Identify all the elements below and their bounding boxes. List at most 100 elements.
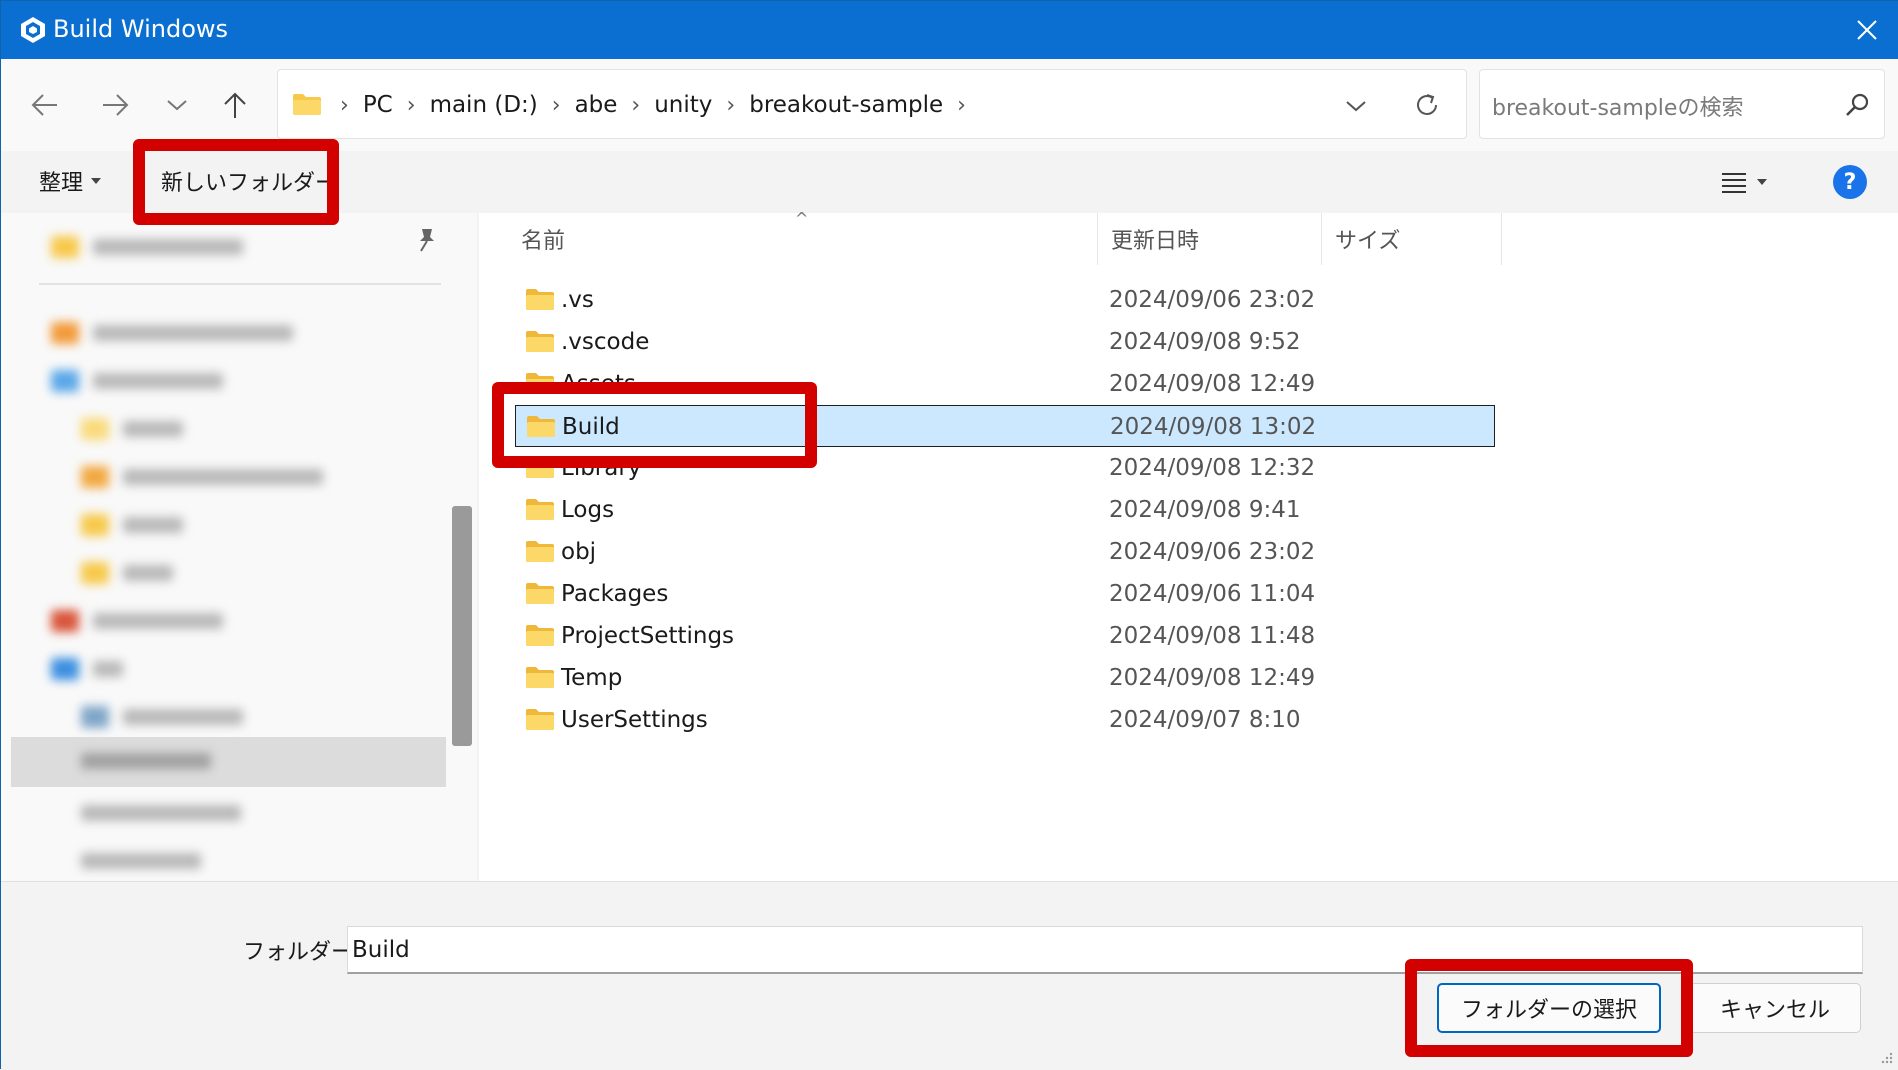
nav-separator (39, 283, 441, 285)
search-icon (1846, 93, 1869, 116)
file-row[interactable]: ProjectSettings 2024/09/08 11:48 (515, 615, 1495, 657)
breadcrumb-separator[interactable]: › (726, 93, 735, 118)
blurred-label (93, 239, 243, 255)
drive-icon (81, 706, 109, 728)
help-button[interactable]: ? (1833, 165, 1867, 199)
nav-tree-item[interactable] (81, 697, 243, 737)
organize-label: 整理 (39, 171, 84, 196)
file-row[interactable]: Temp 2024/09/08 12:49 (515, 657, 1495, 699)
file-list: ^ 名前 更新日時 サイズ .vs 2024/09/06 23:02 .vscode… (479, 209, 1898, 881)
blurred-label (93, 373, 223, 389)
cloud-folder-icon (51, 610, 79, 632)
folder-icon (81, 418, 109, 440)
nav-tree-item[interactable] (51, 601, 223, 641)
folder-icon (526, 541, 554, 562)
blurred-label (123, 517, 183, 533)
breadcrumb-separator[interactable]: › (552, 93, 561, 118)
breadcrumb-separator[interactable]: › (407, 93, 416, 118)
nav-tree-item[interactable] (81, 553, 173, 593)
file-row[interactable]: .vs 2024/09/06 23:02 (515, 279, 1495, 321)
file-modified-date: 2024/09/08 11:48 (1109, 623, 1316, 649)
back-button[interactable] (21, 81, 69, 129)
navigation-bar: › PC › main (D:) › abe › unity › breakou… (1, 59, 1898, 151)
nav-tree-item-selected[interactable] (11, 737, 446, 787)
search-input[interactable]: breakout-sampleの検索 (1492, 90, 1743, 122)
nav-tree-item[interactable] (51, 361, 223, 401)
folder-icon (526, 289, 554, 310)
close-button[interactable] (1835, 1, 1898, 59)
forward-button[interactable] (91, 81, 139, 129)
folder-icon (526, 709, 554, 730)
blurred-label (81, 753, 211, 769)
file-modified-date: 2024/09/08 12:49 (1109, 371, 1316, 397)
nav-tree-item[interactable] (81, 793, 241, 833)
file-modified-date: 2024/09/08 12:49 (1109, 665, 1316, 691)
cloud-folder-icon (51, 322, 79, 344)
file-row[interactable]: .vscode 2024/09/08 9:52 (515, 321, 1495, 363)
nav-tree-item[interactable] (81, 409, 183, 449)
blurred-label (93, 325, 293, 341)
chevron-down-icon (167, 100, 187, 111)
file-modified-date: 2024/09/08 12:32 (1109, 455, 1316, 481)
recent-locations-button[interactable] (153, 81, 201, 129)
breadcrumb-breakout-sample[interactable]: breakout-sample (749, 92, 943, 118)
nav-tree-item[interactable] (81, 505, 183, 545)
folder-icon (51, 236, 79, 258)
breadcrumb-abe[interactable]: abe (575, 92, 618, 118)
folder-icon (526, 625, 554, 646)
folder-icon (293, 94, 321, 115)
cancel-button[interactable]: キャンセル (1689, 983, 1861, 1033)
breadcrumb-separator[interactable]: › (631, 93, 640, 118)
nav-tree-item[interactable] (81, 841, 201, 881)
breadcrumb-separator[interactable]: › (957, 93, 966, 118)
column-header-size[interactable]: サイズ (1335, 213, 1400, 265)
file-row[interactable]: UserSettings 2024/09/07 8:10 (515, 699, 1495, 741)
blurred-label (123, 565, 173, 581)
folder-picker-dialog: Build Windows › PC › main (D:) › abe › u… (0, 0, 1898, 1070)
close-icon (1857, 20, 1877, 40)
pin-icon (420, 229, 434, 252)
nav-tree-item[interactable] (51, 649, 123, 689)
breadcrumb-unity[interactable]: unity (654, 92, 712, 118)
column-divider[interactable] (1321, 213, 1322, 265)
file-row[interactable]: Packages 2024/09/06 11:04 (515, 573, 1495, 615)
refresh-button[interactable] (1408, 86, 1446, 124)
column-divider[interactable] (1097, 213, 1098, 265)
file-modified-date: 2024/09/08 9:41 (1109, 497, 1301, 523)
file-name: .vs (561, 287, 594, 313)
folder-icon (526, 331, 554, 352)
file-row[interactable]: obj 2024/09/06 23:02 (515, 531, 1495, 573)
column-divider[interactable] (1501, 213, 1502, 265)
cloud-drive-icon (51, 370, 79, 392)
file-row[interactable]: Logs 2024/09/08 9:41 (515, 489, 1495, 531)
file-name: Logs (561, 497, 615, 523)
address-history-dropdown[interactable] (1338, 88, 1374, 124)
annotation-highlight-build-row (492, 382, 817, 468)
nav-tree-item[interactable] (51, 313, 293, 353)
breadcrumb-pc[interactable]: PC (363, 92, 393, 118)
blurred-label (123, 421, 183, 437)
column-header-date[interactable]: 更新日時 (1111, 213, 1199, 265)
nav-tree-item[interactable] (51, 227, 243, 267)
folder-field-label: フォルダー: (243, 940, 361, 965)
address-bar[interactable]: › PC › main (D:) › abe › unity › breakou… (277, 69, 1467, 139)
nav-tree-item[interactable] (81, 741, 211, 781)
file-name: .vscode (561, 329, 650, 355)
search-box[interactable]: breakout-sampleの検索 (1479, 69, 1885, 139)
breadcrumb-drive[interactable]: main (D:) (430, 92, 538, 118)
nav-tree-item[interactable] (81, 457, 323, 497)
breadcrumb: › PC › main (D:) › abe › unity › breakou… (334, 70, 972, 140)
folder-icon (81, 562, 109, 584)
folder-icon (81, 514, 109, 536)
sidebar-scrollbar-thumb[interactable] (452, 506, 472, 746)
details-view-icon (1722, 173, 1746, 193)
annotation-highlight-select-button (1405, 959, 1693, 1057)
column-header-name[interactable]: 名前 (521, 213, 565, 265)
blurred-label (123, 709, 243, 725)
view-options-button[interactable] (1721, 165, 1791, 199)
blurred-label (81, 805, 241, 821)
pc-icon (51, 658, 79, 680)
resize-grip-icon[interactable] (1879, 1050, 1893, 1064)
organize-menu-button[interactable]: 整理 (39, 165, 102, 197)
up-button[interactable] (211, 81, 259, 129)
